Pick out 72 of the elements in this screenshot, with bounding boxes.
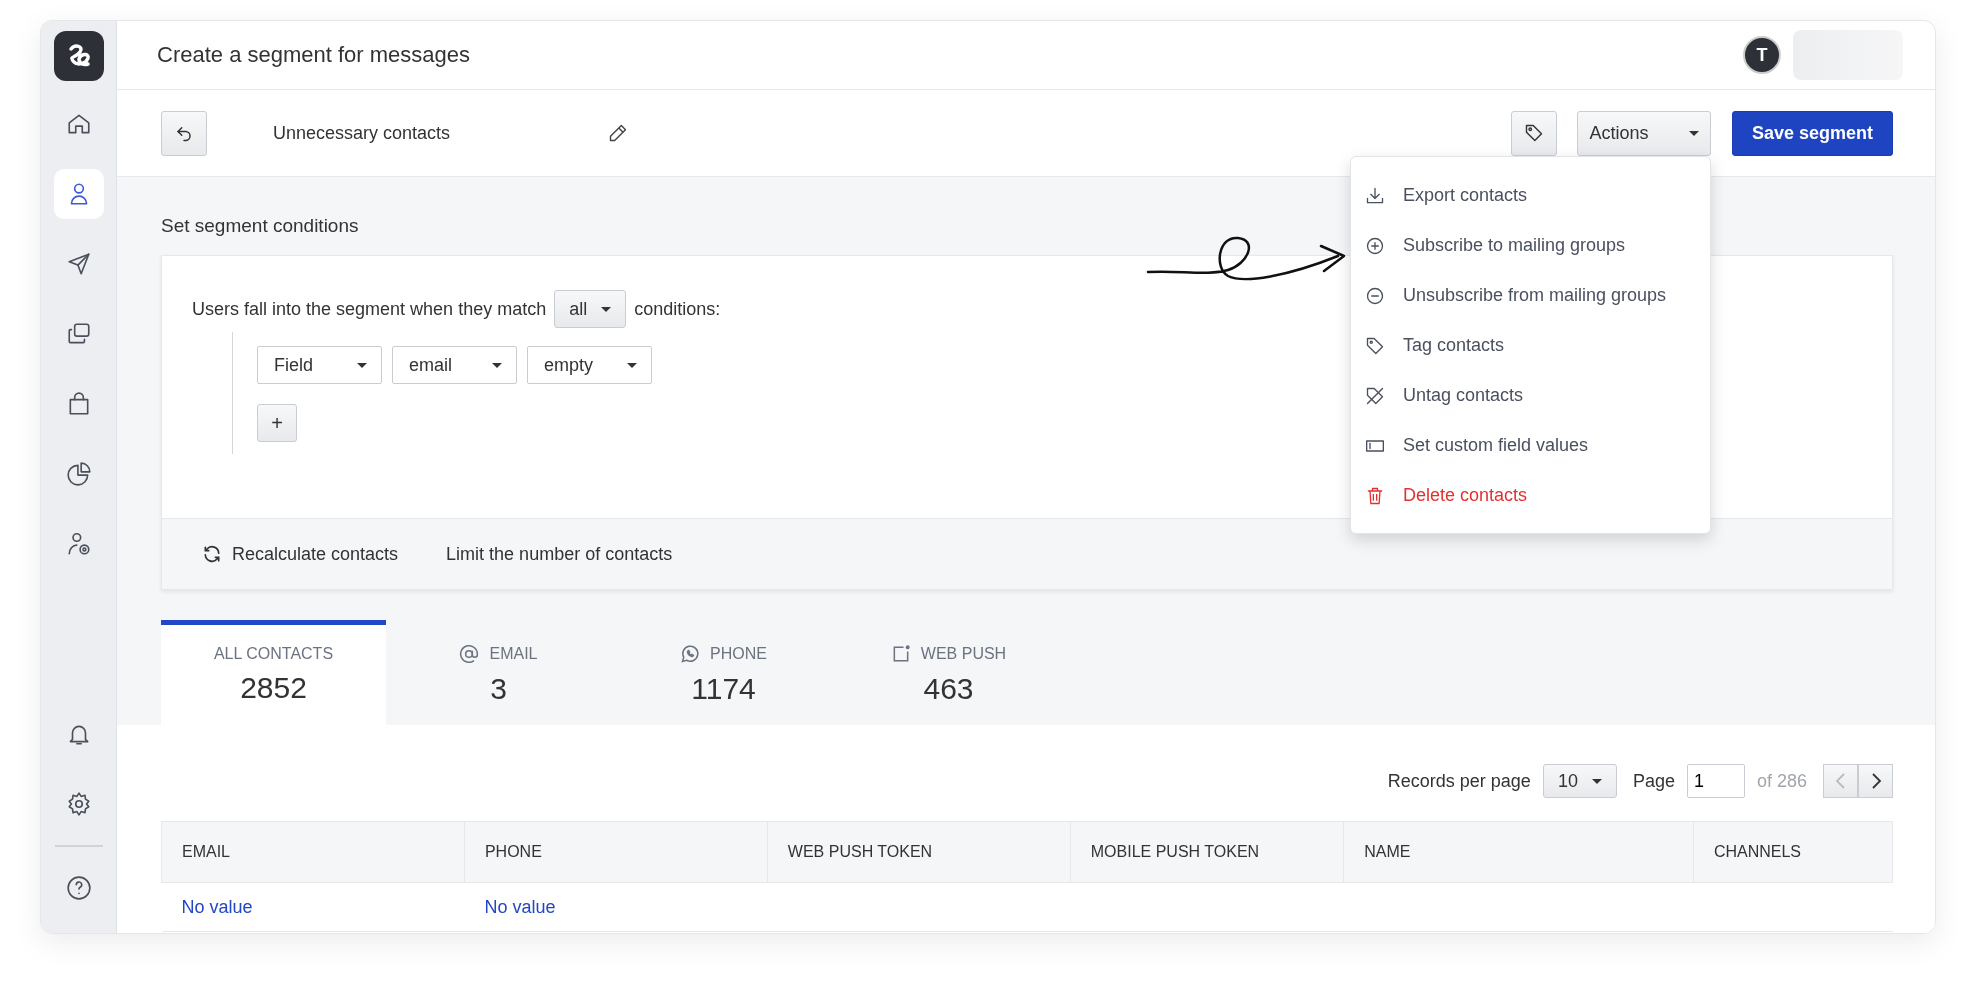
table-cell: No value: [484, 896, 556, 917]
limit-contacts-link[interactable]: Limit the number of contacts: [446, 543, 673, 565]
refresh-icon: [202, 544, 222, 564]
menu-item-label: Export contacts: [1403, 185, 1528, 206]
column-header: EMAIL: [161, 821, 465, 883]
pencil-icon[interactable]: [608, 123, 629, 143]
stats-tab[interactable]: ALL CONTACTS 2852: [161, 620, 386, 725]
sidebar-contacts-icon[interactable]: [53, 169, 104, 219]
chevron-left-icon: [1833, 772, 1848, 790]
menu-item-label: Set custom field values: [1403, 435, 1589, 456]
logo-icon: [53, 31, 104, 81]
rule-dropdown[interactable]: empty: [527, 346, 652, 384]
stats-tab[interactable]: WEB PUSH 463: [836, 620, 1061, 725]
minus-circle-icon: [1365, 285, 1385, 306]
undo-arrow-icon: [175, 124, 193, 142]
menu-item[interactable]: Untag contacts: [1351, 370, 1710, 421]
segment-name: Unnecessary contacts: [273, 122, 451, 144]
section-title: Set segment conditions: [161, 215, 359, 237]
menu-item[interactable]: Delete contacts: [1351, 470, 1710, 521]
table-cell: No value: [181, 896, 253, 917]
menu-item-label: Unsubscribe from mailing groups: [1403, 285, 1667, 306]
menu-item[interactable]: Subscribe to mailing groups: [1351, 220, 1710, 271]
tab-count: 1174: [691, 672, 756, 706]
page-count: of 286: [1756, 770, 1807, 792]
page-label: Page: [1632, 770, 1675, 792]
crossed-tag-icon: [1365, 385, 1385, 406]
chat-bubble-phone-icon: [680, 644, 701, 664]
tag-icon: [1365, 335, 1385, 356]
column-header: CHANNELS: [1693, 821, 1893, 883]
column-header: MOBILE PUSH TOKEN: [1070, 821, 1344, 883]
column-header: PHONE: [464, 821, 768, 883]
tab-label: PHONE: [710, 645, 767, 663]
match-dropdown[interactable]: all: [554, 290, 627, 328]
menu-item-label: Untag contacts: [1403, 385, 1524, 406]
menu-item[interactable]: Export contacts: [1351, 170, 1710, 221]
tag-button[interactable]: [1511, 110, 1557, 156]
rule-dropdown[interactable]: email: [392, 346, 517, 384]
next-page-button[interactable]: [1858, 764, 1893, 798]
add-condition-button[interactable]: +: [257, 404, 297, 442]
user-avatar[interactable]: T: [1743, 36, 1781, 74]
menu-item[interactable]: Unsubscribe from mailing groups: [1351, 270, 1710, 321]
per-page-dropdown[interactable]: 10: [1542, 764, 1617, 798]
tab-count: 463: [923, 672, 974, 706]
menu-item-label: Tag contacts: [1403, 335, 1505, 356]
tab-count: 3: [490, 672, 507, 706]
tab-count: 2852: [240, 671, 307, 705]
menu-item-label: Subscribe to mailing groups: [1403, 235, 1626, 256]
trash-icon: [1365, 485, 1385, 506]
menu-item[interactable]: Tag contacts: [1351, 320, 1710, 371]
download-icon: [1365, 185, 1385, 206]
rule-dropdown[interactable]: Field: [257, 346, 382, 384]
tag-icon: [1524, 123, 1544, 143]
page-input-field[interactable]: 1: [1686, 764, 1745, 798]
stats-tab[interactable]: PHONE 1174: [611, 620, 836, 725]
save-segment-button[interactable]: Save segment: [1732, 110, 1893, 156]
tab-label: ALL CONTACTS: [213, 645, 334, 663]
actions-dropdown-button[interactable]: Actions: [1577, 110, 1711, 156]
page-title: Create a segment for messages: [157, 42, 471, 68]
menu-item-label: Delete contacts: [1403, 485, 1528, 506]
records-per-page-label: Records per page: [1387, 770, 1531, 792]
at-sign-icon: [459, 644, 480, 664]
tab-label: WEB PUSH: [920, 645, 1007, 663]
column-header: WEB PUSH TOKEN: [767, 821, 1071, 883]
back-button[interactable]: [161, 110, 207, 156]
menu-item[interactable]: Set custom field values: [1351, 420, 1710, 471]
recalculate-link[interactable]: Recalculate contacts: [202, 543, 399, 565]
condition-text: Users fall into the segment when they match: [192, 298, 547, 320]
stats-tab[interactable]: EMAIL 3: [386, 620, 611, 725]
column-header: NAME: [1343, 821, 1694, 883]
condition-text: conditions:: [634, 298, 721, 320]
tab-label: EMAIL: [489, 645, 538, 663]
plus-circle-icon: [1365, 235, 1385, 256]
